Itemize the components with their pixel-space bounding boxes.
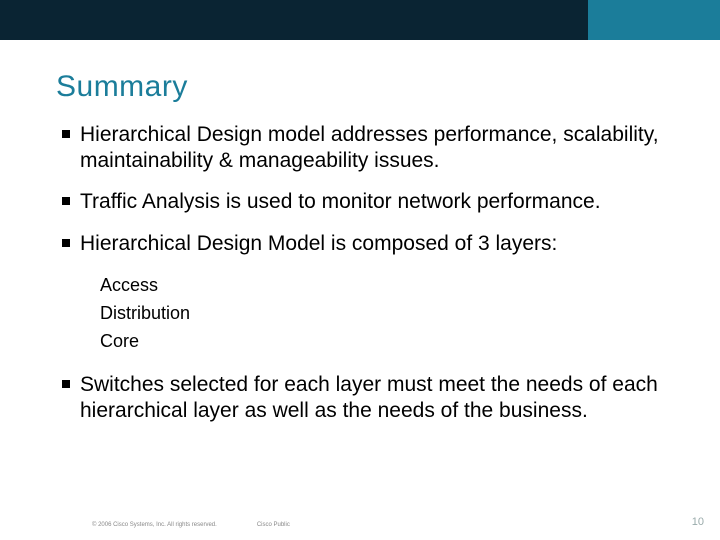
header-bar <box>0 0 720 40</box>
content-area: Hierarchical Design model addresses perf… <box>0 122 720 423</box>
page-title: Summary <box>0 40 720 122</box>
bullet-item: Switches selected for each layer must me… <box>62 372 664 423</box>
bullet-item: Hierarchical Design Model is composed of… <box>62 231 664 257</box>
header-accent <box>588 0 720 40</box>
bullet-square-icon <box>62 197 70 205</box>
bullet-text: Switches selected for each layer must me… <box>80 372 664 423</box>
sub-item: Core <box>100 328 664 356</box>
slide: Summary Hierarchical Design model addres… <box>0 0 720 540</box>
bullet-square-icon <box>62 380 70 388</box>
bullet-text: Hierarchical Design model addresses perf… <box>80 122 664 173</box>
bullet-text: Traffic Analysis is used to monitor netw… <box>80 189 601 215</box>
footer: © 2006 Cisco Systems, Inc. All rights re… <box>0 522 720 528</box>
bullet-square-icon <box>62 130 70 138</box>
bullet-item: Hierarchical Design model addresses perf… <box>62 122 664 173</box>
page-number: 10 <box>692 516 704 528</box>
bullet-square-icon <box>62 239 70 247</box>
bullet-text: Hierarchical Design Model is composed of… <box>80 231 557 257</box>
sub-item: Distribution <box>100 300 664 328</box>
bullet-item: Traffic Analysis is used to monitor netw… <box>62 189 664 215</box>
footer-copyright: © 2006 Cisco Systems, Inc. All rights re… <box>92 522 217 528</box>
footer-classification: Cisco Public <box>257 522 290 528</box>
sub-item: Access <box>100 272 664 300</box>
